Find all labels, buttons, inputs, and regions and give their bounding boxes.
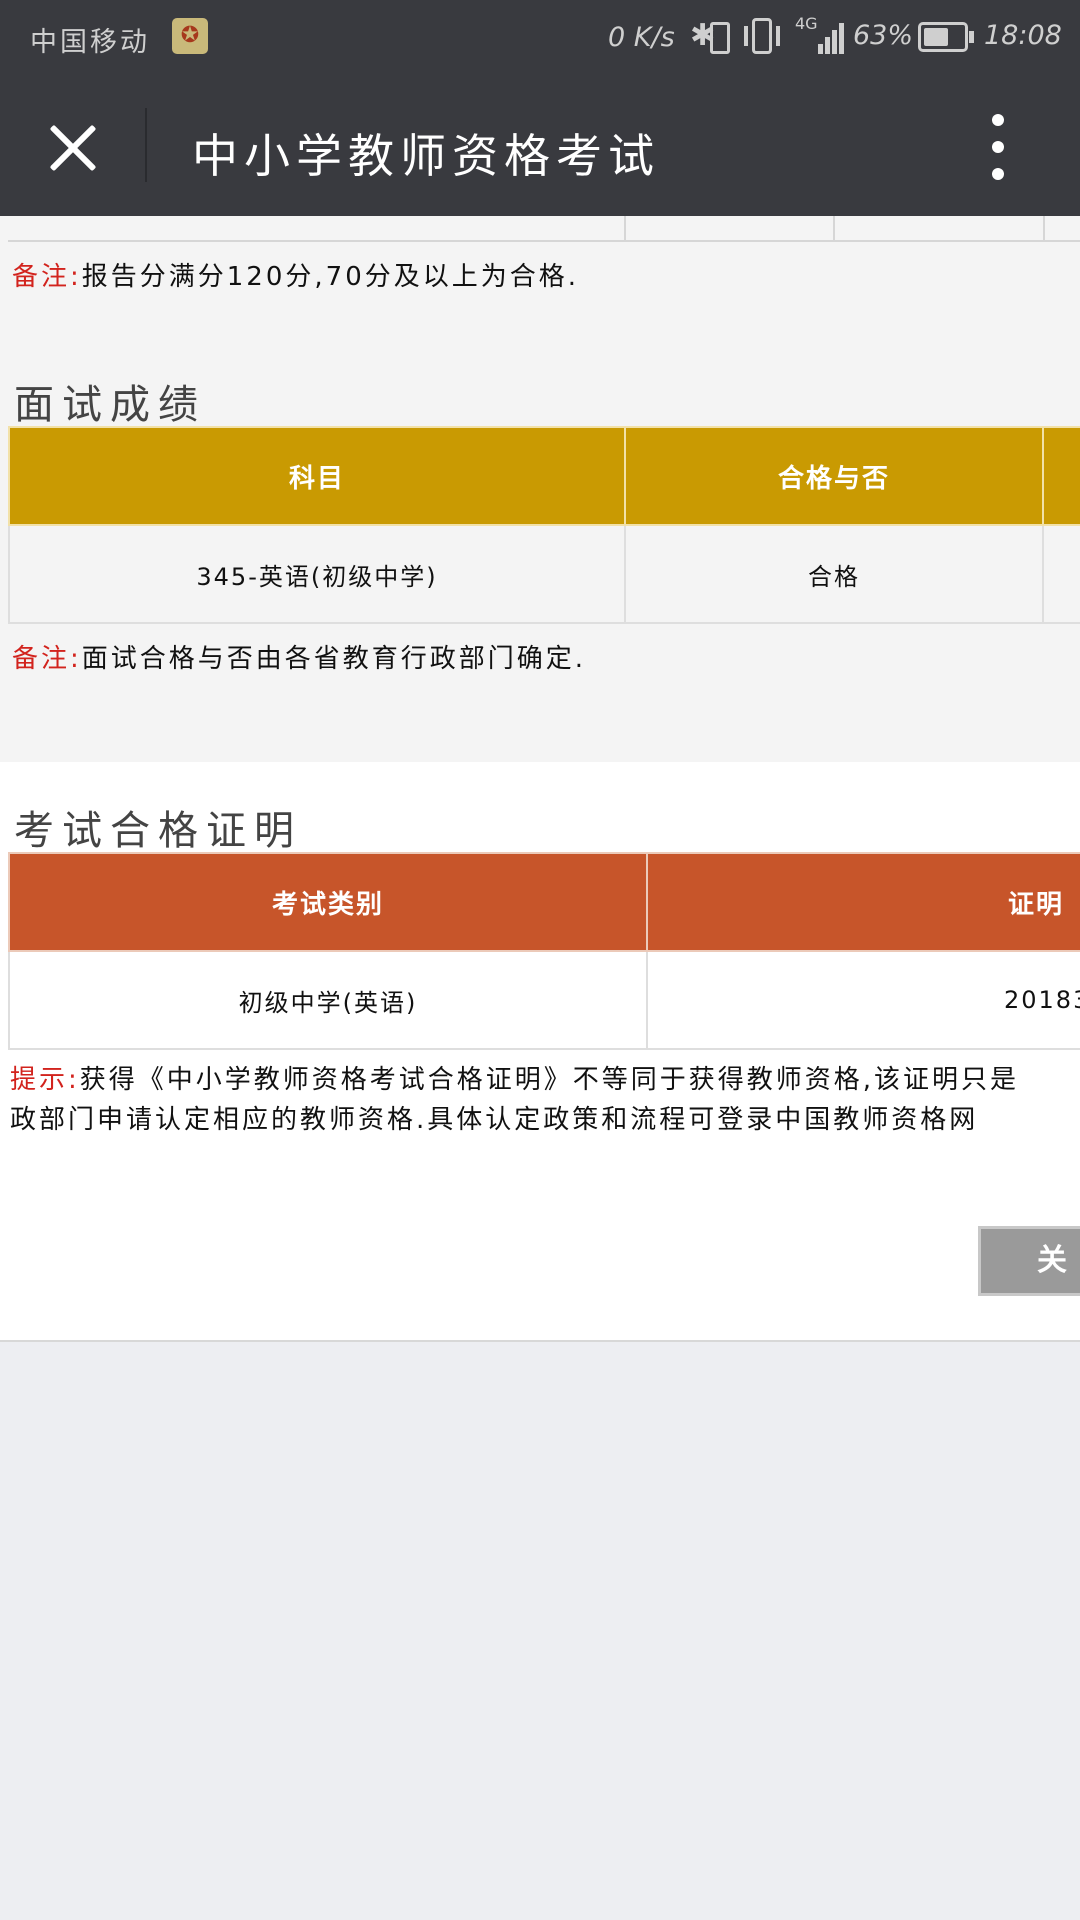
signal-icon (818, 18, 848, 54)
battery-cap (969, 31, 974, 43)
table-cell-category: 初级中学(英语) (8, 950, 648, 1050)
column-header-certificate: 证明 (646, 852, 1080, 952)
title-divider (145, 108, 147, 182)
close-button[interactable]: 关 (978, 1226, 1080, 1296)
column-header-category: 考试类别 (8, 852, 648, 952)
certificate-tip: 提示:获得《中小学教师资格考试合格证明》不等同于获得教师资格,该证明只是 政部门… (10, 1060, 1080, 1140)
battery-icon (918, 22, 968, 52)
accessory-battery-icon (710, 22, 730, 54)
battery-level (924, 28, 948, 46)
clock: 18:08 (984, 20, 1062, 51)
note-text: 报告分满分120分,70分及以上为合格. (81, 262, 580, 292)
column-header-subject: 科目 (8, 426, 626, 526)
carrier-badge-icon: ✪ (172, 18, 208, 54)
note-label: 备注: (12, 262, 82, 292)
certificate-section-title: 考试合格证明 (14, 808, 302, 854)
note-text: 面试合格与否由各省教育行政部门确定. (81, 644, 587, 674)
table-cell-pass: 合格 (624, 524, 1044, 624)
table-header-row: 科目 合格与否 (8, 426, 1080, 526)
interview-table: 科目 合格与否 345-英语(初级中学) 合格 (8, 426, 1080, 624)
certificate-table: 考试类别 证明 初级中学(英语) 2018343 (8, 852, 1080, 1050)
table-cell-certificate-number: 2018343 (646, 950, 1080, 1050)
network-speed: 0 K/s (608, 22, 675, 53)
written-score-note: 备注:报告分满分120分,70分及以上为合格. (12, 256, 579, 293)
tip-text-1: 获得《中小学教师资格考试合格证明》不等同于获得教师资格,该证明只是 (79, 1065, 1020, 1095)
table-cell-cut-off (1042, 524, 1080, 624)
battery-percent: 63% (853, 20, 914, 51)
table-row: 345-英语(初级中学) 合格 (8, 524, 1080, 624)
tip-label: 提示: (10, 1065, 80, 1095)
more-options-icon[interactable] (980, 112, 1016, 182)
table-row: 初级中学(英语) 2018343 (8, 950, 1080, 1050)
column-header-pass: 合格与否 (624, 426, 1044, 526)
page-title: 中小学教师资格考试 (192, 129, 660, 183)
note-label: 备注: (12, 644, 82, 674)
table-header-row: 考试类别 证明 (8, 852, 1080, 952)
close-icon[interactable] (40, 116, 106, 182)
network-type: 4G (795, 14, 818, 33)
interview-section-title: 面试成绩 (14, 382, 206, 428)
column-header-cut-off (1042, 426, 1080, 526)
interview-note: 备注:面试合格与否由各省教育行政部门确定. (12, 638, 586, 675)
status-bar: 中国移动 ✪ 0 K/s ✱ 4G 63% 18:08 (0, 0, 1080, 78)
tip-line-1: 提示:获得《中小学教师资格考试合格证明》不等同于获得教师资格,该证明只是 (10, 1060, 1080, 1100)
carrier-name: 中国移动 (30, 27, 150, 58)
title-bar: 中小学教师资格考试 (0, 78, 1080, 216)
table-cell-subject: 345-英语(初级中学) (8, 524, 626, 624)
previous-table-edge (8, 216, 1080, 242)
tip-text-2: 政部门申请认定相应的教师资格.具体认定政策和流程可登录中国教师资格网 (10, 1105, 979, 1135)
vibrate-icon (742, 18, 782, 56)
